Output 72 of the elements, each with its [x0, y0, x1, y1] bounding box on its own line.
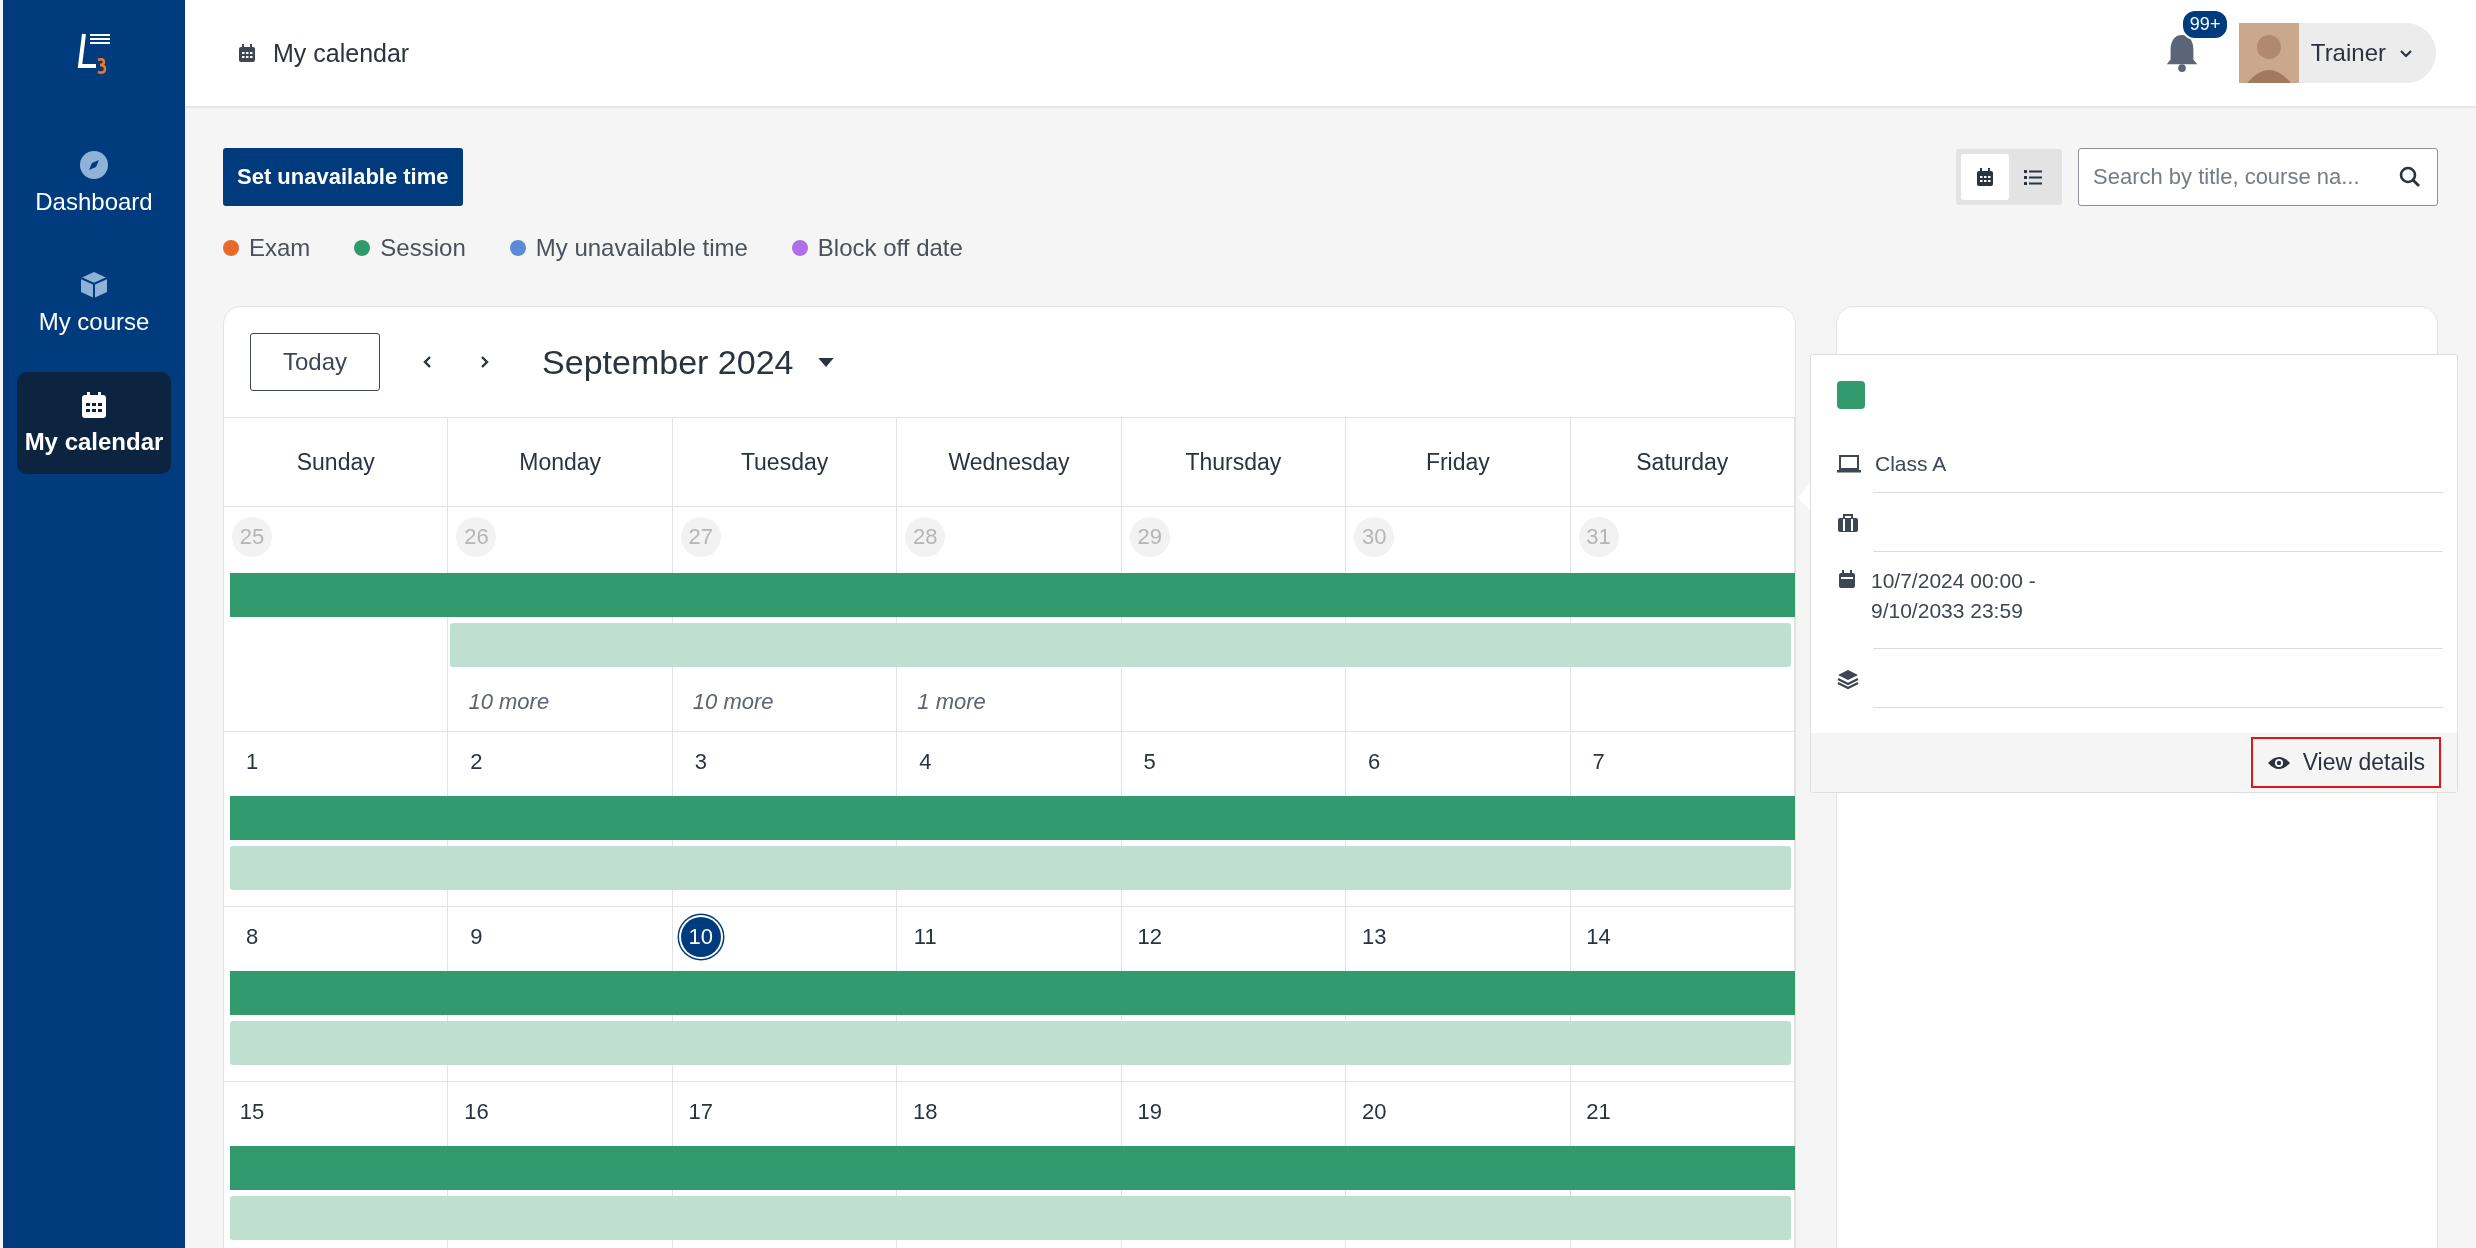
date-number[interactable]: 15 — [232, 1092, 272, 1132]
legend-label: Block off date — [817, 234, 963, 262]
weekday-header: Sunday — [224, 418, 449, 506]
event-time: 9/10/2033 23:59 — [1871, 599, 2024, 623]
sidebar-item[interactable]: My calendar — [17, 372, 171, 474]
event-bar[interactable] — [230, 796, 1795, 840]
date-number[interactable]: 14 — [1578, 917, 1619, 957]
date-number[interactable]: 12 — [1129, 917, 1170, 957]
event-bar[interactable] — [230, 1196, 1791, 1240]
legend-label: Session — [380, 234, 466, 262]
legend-label: My unavailable time — [535, 234, 748, 262]
event-bar[interactable] — [230, 846, 1791, 890]
date-number[interactable]: 11 — [905, 917, 946, 957]
list-icon — [2023, 167, 2043, 187]
more-link[interactable]: 1 more — [917, 689, 986, 715]
more-link[interactable]: 10 more — [692, 689, 774, 715]
layers-icon — [1837, 668, 1859, 690]
notification-badge: 99+ — [2180, 9, 2230, 40]
page-title: My calendar — [273, 38, 410, 68]
compass-icon — [79, 150, 109, 180]
set-unavailable-time-button[interactable]: Set unavailable time — [223, 148, 463, 206]
event-time: 10/7/2024 00:00 - — [1871, 569, 2036, 593]
view-details-button[interactable]: View details — [2250, 737, 2441, 788]
weekday-header: Monday — [448, 418, 673, 506]
date-number[interactable]: 5 — [1129, 742, 1170, 782]
search-icon — [2398, 165, 2422, 189]
date-number[interactable]: 17 — [680, 1092, 721, 1132]
laptop-icon — [1837, 454, 1861, 474]
sidebar-item[interactable]: My course — [17, 252, 171, 354]
date-number[interactable]: 9 — [456, 917, 497, 957]
sidebar-item[interactable]: Dashboard — [17, 132, 171, 234]
weekday-header: Friday — [1346, 418, 1571, 506]
avatar — [2238, 23, 2299, 83]
event-bar[interactable] — [230, 1146, 1795, 1190]
caret-icon[interactable] — [817, 356, 836, 368]
calendar-view-tab[interactable] — [1961, 154, 2009, 200]
class-name: Class A — [1875, 452, 1947, 476]
search-field[interactable]: Search by title, course na... — [2078, 148, 2438, 206]
event-bar[interactable] — [230, 573, 1795, 617]
weekday-header: Thursday — [1121, 418, 1347, 506]
date-number[interactable]: 1 — [232, 742, 272, 782]
date-number[interactable]: 20 — [1354, 1092, 1395, 1132]
briefcase-icon — [1837, 513, 1859, 533]
date-number[interactable]: 16 — [456, 1092, 497, 1132]
cube-icon — [79, 270, 109, 300]
date-number[interactable]: 2 — [456, 742, 497, 782]
date-number[interactable]: 10 — [680, 917, 721, 957]
eye-icon — [2266, 754, 2291, 771]
user-menu[interactable]: Trainer — [2238, 23, 2436, 83]
date-number[interactable]: 6 — [1354, 742, 1395, 782]
date-number[interactable]: 7 — [1578, 742, 1619, 782]
date-number[interactable]: 18 — [905, 1092, 946, 1132]
date-number[interactable]: 3 — [680, 742, 721, 782]
calendar-icon — [1837, 569, 1857, 589]
date-number[interactable]: 19 — [1129, 1092, 1170, 1132]
calendar-icon — [79, 390, 109, 420]
month-title[interactable]: September 2024 — [542, 342, 794, 382]
weekday-header: Wednesday — [897, 418, 1122, 506]
calendar-icon — [237, 43, 257, 63]
weekday-header: Saturday — [1570, 418, 1795, 506]
weekday-header: Tuesday — [672, 418, 898, 506]
date-number[interactable]: 8 — [232, 917, 272, 957]
more-link[interactable]: 10 more — [468, 689, 550, 715]
event-bar[interactable] — [230, 971, 1795, 1015]
date-number[interactable]: 4 — [905, 742, 946, 782]
event-bar[interactable] — [230, 1021, 1791, 1065]
event-bar[interactable] — [450, 623, 1791, 667]
today-button[interactable]: Today — [250, 333, 381, 391]
date-number[interactable]: 13 — [1354, 917, 1395, 957]
date-number[interactable]: 21 — [1578, 1092, 1619, 1132]
legend-label: Exam — [249, 234, 311, 262]
calendar-icon — [1975, 167, 1995, 187]
